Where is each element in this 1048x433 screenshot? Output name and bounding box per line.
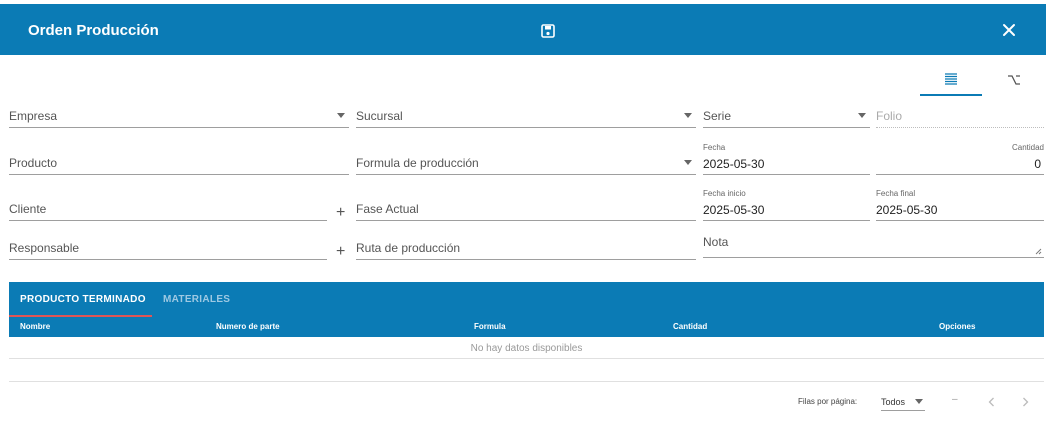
column-header-cantidad[interactable]: Cantidad — [673, 322, 707, 331]
fecha-inicio-label: Fecha inicio — [703, 189, 746, 198]
cantidad-label: Cantidad — [1011, 143, 1044, 152]
dialog-title: Orden Producción — [28, 22, 159, 39]
formula-select[interactable]: Formula de producción — [356, 145, 696, 175]
save-icon[interactable] — [540, 23, 556, 39]
fecha-inicio-field[interactable]: Fecha inicio 2025-05-30 — [703, 189, 870, 221]
dialog-header: Orden Producción — [0, 4, 1046, 55]
ruta-field[interactable]: Ruta de producción — [356, 230, 696, 260]
add-cliente-button[interactable]: + — [336, 205, 345, 221]
view-toggle-list[interactable] — [920, 64, 982, 96]
nota-textarea[interactable]: Nota — [703, 228, 1044, 258]
fase-actual-label: Fase Actual — [356, 202, 419, 216]
empresa-label: Empresa — [9, 109, 58, 123]
detail-tabs: PRODUCTO TERMINADO MATERIALES — [9, 282, 1044, 317]
column-header-opciones: Opciones — [939, 322, 976, 331]
chevron-down-icon — [684, 160, 692, 165]
column-header-nombre[interactable]: Nombre — [20, 322, 50, 331]
producto-field[interactable]: Producto — [9, 145, 349, 175]
empty-table-message: No hay datos disponibles — [9, 337, 1044, 359]
close-icon[interactable] — [1000, 21, 1018, 39]
rows-per-page-label: Filas por página: — [798, 397, 858, 406]
option-key-icon — [1008, 75, 1020, 85]
list-icon — [945, 73, 957, 85]
responsable-label: Responsable — [9, 241, 80, 255]
tab-producto-terminado[interactable]: PRODUCTO TERMINADO — [9, 282, 152, 317]
view-toggle-alt[interactable] — [983, 64, 1045, 96]
sucursal-label: Sucursal — [356, 109, 403, 123]
nota-label: Nota — [703, 235, 729, 249]
producto-label: Producto — [9, 156, 58, 170]
formula-label: Formula de producción — [356, 156, 479, 170]
cantidad-field[interactable]: Cantidad 0 — [876, 143, 1044, 175]
fecha-final-value: 2025-05-30 — [876, 203, 938, 217]
fecha-value: 2025-05-30 — [703, 157, 765, 171]
resize-handle-icon[interactable] — [1035, 248, 1042, 255]
previous-page-button[interactable] — [986, 395, 998, 407]
column-header-numero-parte[interactable]: Numero de parte — [216, 322, 280, 331]
empresa-select[interactable]: Empresa — [9, 98, 349, 128]
serie-select[interactable]: Serie — [703, 98, 870, 128]
pagination-range: – — [952, 394, 958, 405]
folio-field: Folio — [876, 98, 1044, 128]
table-header: Nombre Numero de parte Formula Cantidad … — [9, 317, 1044, 337]
responsable-field[interactable]: Responsable — [9, 230, 327, 260]
fase-actual-field[interactable]: Fase Actual — [356, 191, 696, 221]
divider — [9, 381, 1044, 382]
column-header-formula[interactable]: Formula — [474, 322, 506, 331]
cliente-label: Cliente — [9, 202, 47, 216]
chevron-down-icon — [915, 399, 923, 404]
fecha-final-label: Fecha final — [876, 189, 916, 198]
fecha-final-field[interactable]: Fecha final 2025-05-30 — [876, 189, 1044, 221]
next-page-button[interactable] — [1019, 395, 1031, 407]
cantidad-value: 0 — [1034, 157, 1041, 171]
chevron-down-icon — [858, 113, 866, 118]
cliente-field[interactable]: Cliente — [9, 191, 327, 221]
chevron-left-icon — [988, 397, 994, 407]
serie-label: Serie — [703, 109, 732, 123]
fecha-field[interactable]: Fecha 2025-05-30 — [703, 143, 870, 175]
chevron-down-icon — [337, 113, 345, 118]
add-responsable-button[interactable]: + — [336, 244, 345, 260]
folio-label: Folio — [876, 109, 903, 123]
chevron-right-icon — [1023, 397, 1029, 407]
tab-materiales[interactable]: MATERIALES — [163, 282, 230, 317]
sucursal-select[interactable]: Sucursal — [356, 98, 696, 128]
fecha-label: Fecha — [703, 143, 726, 152]
rows-per-page-value: Todos — [881, 397, 906, 407]
chevron-down-icon — [684, 113, 692, 118]
fecha-inicio-value: 2025-05-30 — [703, 203, 765, 217]
ruta-label: Ruta de producción — [356, 241, 461, 255]
rows-per-page-select[interactable]: Todos — [881, 393, 925, 411]
